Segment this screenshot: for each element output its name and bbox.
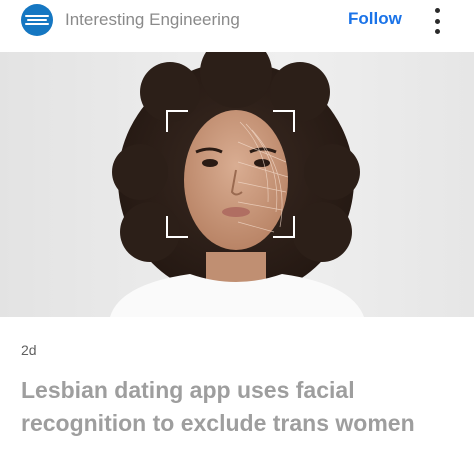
news-card[interactable]: Interesting Engineering Follow 2d Lesbia…	[0, 0, 474, 474]
follow-button[interactable]: Follow	[342, 9, 408, 29]
source-name[interactable]: Interesting Engineering	[65, 10, 240, 30]
more-vert-icon[interactable]	[426, 8, 448, 34]
article-headline[interactable]: Lesbian dating app uses facial recogniti…	[21, 374, 461, 440]
article-image[interactable]	[0, 52, 474, 317]
article-age: 2d	[21, 342, 37, 358]
source-logo[interactable]	[21, 4, 53, 36]
face-shape	[184, 110, 288, 250]
card-header: Interesting Engineering Follow	[0, 0, 474, 44]
